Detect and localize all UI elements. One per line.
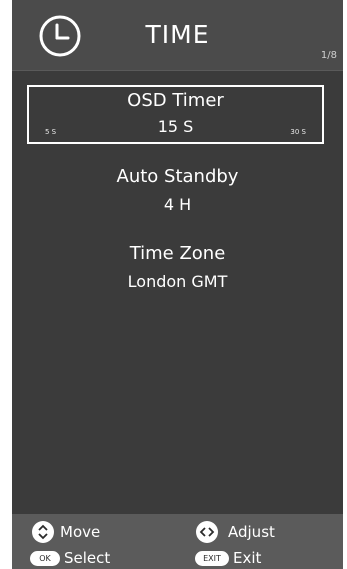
left-right-arrows-icon [196, 521, 218, 543]
osd-timer-value: 15 S [157, 117, 194, 136]
osd-menu-panel: TIME 1/8 OSD Timer 15 S 5 S 30 S Auto St… [12, 0, 343, 569]
time-zone-value: London GMT [127, 272, 228, 291]
auto-standby-label: Auto Standby [116, 166, 239, 187]
hint-move: Move [32, 521, 100, 543]
hint-exit-label: Exit [233, 549, 262, 567]
osd-timer-min-label: 5 S [45, 128, 57, 136]
osd-timer-label: OSD Timer [127, 90, 224, 111]
ok-button-icon: OK [30, 550, 60, 566]
hint-select: OK Select [30, 549, 110, 567]
menu-item-osd-timer[interactable]: OSD Timer 15 S 5 S 30 S [27, 85, 324, 144]
auto-standby-value: 4 H [163, 195, 192, 214]
menu-item-auto-standby[interactable]: Auto Standby 4 H [12, 166, 343, 214]
key-hint-bar: Move Adjust OK Select EXIT Exit [12, 514, 343, 569]
hint-exit: EXIT Exit [195, 549, 261, 567]
menu-title: TIME [145, 20, 210, 49]
up-down-arrows-icon [32, 521, 54, 543]
page-indicator: 1/8 [320, 50, 337, 61]
hint-move-label: Move [60, 523, 101, 541]
exit-button-icon: EXIT [195, 550, 229, 566]
time-zone-label: Time Zone [129, 243, 226, 264]
menu-header: TIME 1/8 [12, 0, 343, 71]
hint-adjust-label: Adjust [228, 523, 275, 541]
hint-adjust: Adjust [196, 521, 275, 543]
menu-item-time-zone[interactable]: Time Zone London GMT [12, 243, 343, 291]
hint-select-label: Select [64, 549, 111, 567]
osd-timer-max-label: 30 S [290, 128, 306, 136]
